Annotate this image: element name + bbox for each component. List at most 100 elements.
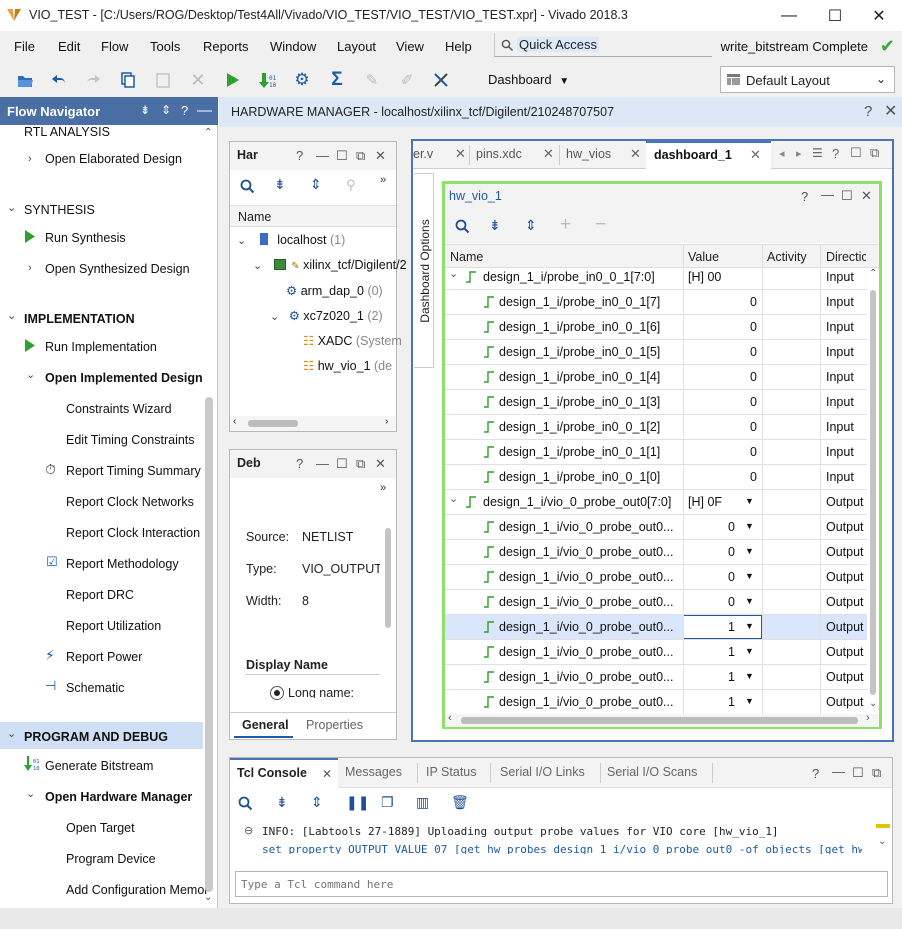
probe-value[interactable]: 0: [715, 520, 735, 534]
probe-value[interactable]: 1: [715, 645, 735, 659]
tab-list-icon[interactable]: ☰: [812, 146, 823, 160]
help-icon[interactable]: ?: [832, 146, 839, 161]
tab-messages[interactable]: Messages: [345, 765, 402, 779]
vio-h-scrollbar[interactable]: ‹ ›: [445, 712, 879, 727]
program-device[interactable]: Program Device: [66, 852, 156, 866]
help-icon[interactable]: ?: [181, 103, 188, 118]
tab-tcl-console[interactable]: Tcl Console ✕: [230, 758, 338, 788]
tree-row-arm-dap[interactable]: ⚙ arm_dap_0 (0): [286, 283, 383, 298]
pencil-disabled-icon[interactable]: ✐: [396, 69, 418, 91]
download-bitstream-icon[interactable]: 01 10: [256, 69, 278, 91]
edit-timing-constraints[interactable]: Edit Timing Constraints: [66, 433, 195, 447]
vio-table-row[interactable]: design_1_i/probe_in0_0_1[7] 0 Input: [445, 290, 867, 315]
close-icon[interactable]: ✕: [375, 148, 386, 164]
minimize-panel-icon[interactable]: —: [197, 102, 212, 119]
open-implemented-design[interactable]: Open Implemented Design: [45, 371, 203, 385]
restore-icon[interactable]: ☐: [852, 765, 864, 781]
run-synthesis[interactable]: Run Synthesis: [45, 231, 126, 245]
collapse-all-icon[interactable]: ⇟: [140, 103, 150, 117]
report-power[interactable]: Report Power: [66, 650, 142, 664]
scroll-up-icon[interactable]: ⌃: [869, 268, 877, 279]
probe-value[interactable]: 1: [715, 620, 735, 634]
value-dropdown-icon[interactable]: ▼: [745, 621, 754, 631]
flow-navigator-scrollbar[interactable]: [205, 397, 213, 892]
chevron-down-icon[interactable]: ⌄: [449, 492, 458, 505]
value-dropdown-icon[interactable]: ▼: [745, 521, 754, 531]
constraints-wizard[interactable]: Constraints Wizard: [66, 402, 172, 416]
vio-table-row[interactable]: design_1_i/vio_0_probe_out0... 1 ▼ Output: [445, 640, 867, 665]
chevron-down-icon[interactable]: ⌄: [26, 368, 35, 381]
vio-v-scrollbar[interactable]: ⌃ ⌄: [869, 268, 877, 709]
collapse-all-icon[interactable]: ⇟: [276, 794, 288, 811]
dashboard-dropdown[interactable]: Dashboard ▼: [488, 72, 569, 87]
tree-row-xadc[interactable]: ☷ XADC (System: [303, 333, 402, 348]
chevron-down-icon[interactable]: ⌄: [449, 267, 458, 280]
tab-serial-io-links[interactable]: Serial I/O Links: [500, 765, 585, 779]
help-icon[interactable]: ?: [864, 103, 872, 120]
minimize-icon[interactable]: —: [316, 456, 329, 471]
paste-icon[interactable]: [152, 69, 174, 91]
search-icon[interactable]: [455, 219, 470, 237]
run-icon[interactable]: [222, 69, 244, 91]
close-window-button[interactable]: ✕: [856, 0, 902, 31]
tab-scroll-right-icon[interactable]: ▸: [796, 147, 802, 160]
layout-select[interactable]: Default Layout ⌄: [720, 66, 895, 93]
restore-icon[interactable]: ☐: [336, 456, 348, 472]
scroll-thumb[interactable]: [870, 290, 876, 695]
close-icon[interactable]: ✕: [375, 456, 386, 472]
tab-er-v[interactable]: er.v: [413, 147, 433, 161]
tab-properties[interactable]: Properties: [306, 718, 363, 732]
copy-icon[interactable]: [117, 69, 139, 91]
probe-value[interactable]: 1: [715, 670, 735, 684]
restore-icon[interactable]: ☐: [850, 145, 862, 161]
section-implementation[interactable]: IMPLEMENTATION: [24, 312, 135, 326]
chevron-down-icon[interactable]: ⌄: [7, 201, 16, 214]
chevron-down-icon[interactable]: ⌄: [7, 309, 16, 322]
tree-row-localhost[interactable]: ⌄ localhost (1): [237, 233, 345, 247]
collapse-all-icon[interactable]: ⇟: [489, 217, 501, 234]
copy-icon[interactable]: ❐: [381, 794, 394, 811]
connect-disabled-icon[interactable]: ⚲: [346, 177, 356, 193]
run-implementation[interactable]: Run Implementation: [45, 340, 157, 354]
close-tab-icon[interactable]: ✕: [630, 146, 641, 162]
more-icon[interactable]: »: [380, 482, 386, 494]
float-icon[interactable]: ⧉: [356, 456, 365, 472]
section-synthesis[interactable]: SYNTHESIS: [24, 203, 95, 217]
tab-dashboard-1[interactable]: dashboard_1 ✕: [646, 141, 771, 169]
help-icon[interactable]: ?: [812, 766, 819, 781]
expand-all-icon[interactable]: ⇕: [311, 794, 323, 811]
vio-table-row[interactable]: design_1_i/probe_in0_0_1[4] 0 Input: [445, 365, 867, 390]
float-icon[interactable]: ⧉: [870, 145, 879, 161]
value-dropdown-icon[interactable]: ▼: [745, 571, 754, 581]
debug-v-scrollbar[interactable]: [385, 528, 391, 628]
close-icon[interactable]: ✕: [884, 101, 897, 121]
minimize-icon[interactable]: —: [821, 187, 834, 202]
remove-probe-icon[interactable]: −: [595, 214, 606, 236]
menu-help[interactable]: Help: [445, 39, 472, 54]
undo-icon[interactable]: [48, 69, 70, 91]
probe-value[interactable]: 0: [715, 545, 735, 559]
add-configuration-memory[interactable]: Add Configuration Memor: [66, 883, 208, 897]
dashboard-options-tab[interactable]: Dashboard Options: [414, 173, 434, 368]
scroll-down-icon[interactable]: ⌄: [204, 892, 212, 903]
menu-edit[interactable]: Edit: [58, 39, 80, 54]
value-dropdown-icon[interactable]: ▼: [745, 646, 754, 656]
collapse-all-icon[interactable]: ⇟: [274, 176, 286, 193]
menu-file[interactable]: File: [14, 39, 35, 54]
scroll-thumb[interactable]: [248, 420, 298, 427]
menu-tools[interactable]: Tools: [150, 39, 180, 54]
report-timing-summary[interactable]: Report Timing Summary: [66, 464, 201, 478]
vio-table-row[interactable]: design_1_i/vio_0_probe_out0... 1 ▼ Output: [445, 690, 867, 715]
generate-bitstream[interactable]: Generate Bitstream: [45, 759, 153, 773]
vio-table-row[interactable]: design_1_i/vio_0_probe_out0... 0 ▼ Output: [445, 540, 867, 565]
vio-table-row[interactable]: design_1_i/vio_0_probe_out0... 1 ▼ Output: [445, 665, 867, 690]
vio-table-row[interactable]: design_1_i/vio_0_probe_out0... 0 ▼ Output: [445, 565, 867, 590]
vio-table-row[interactable]: ⌄ design_1_i/vio_0_probe_out0[7:0] [H] 0F ▼…: [445, 490, 867, 515]
tab-hw-vios[interactable]: hw_vios: [566, 147, 611, 161]
scroll-right-icon[interactable]: ›: [385, 416, 388, 427]
vio-table-row[interactable]: design_1_i/vio_0_probe_out0... 0 ▼ Output: [445, 515, 867, 540]
probe-value[interactable]: 0: [715, 570, 735, 584]
help-icon[interactable]: ?: [801, 189, 808, 204]
tree-row-hw-vio[interactable]: ☷ hw_vio_1 (de: [303, 358, 392, 373]
scroll-right-icon[interactable]: ›: [866, 712, 870, 724]
